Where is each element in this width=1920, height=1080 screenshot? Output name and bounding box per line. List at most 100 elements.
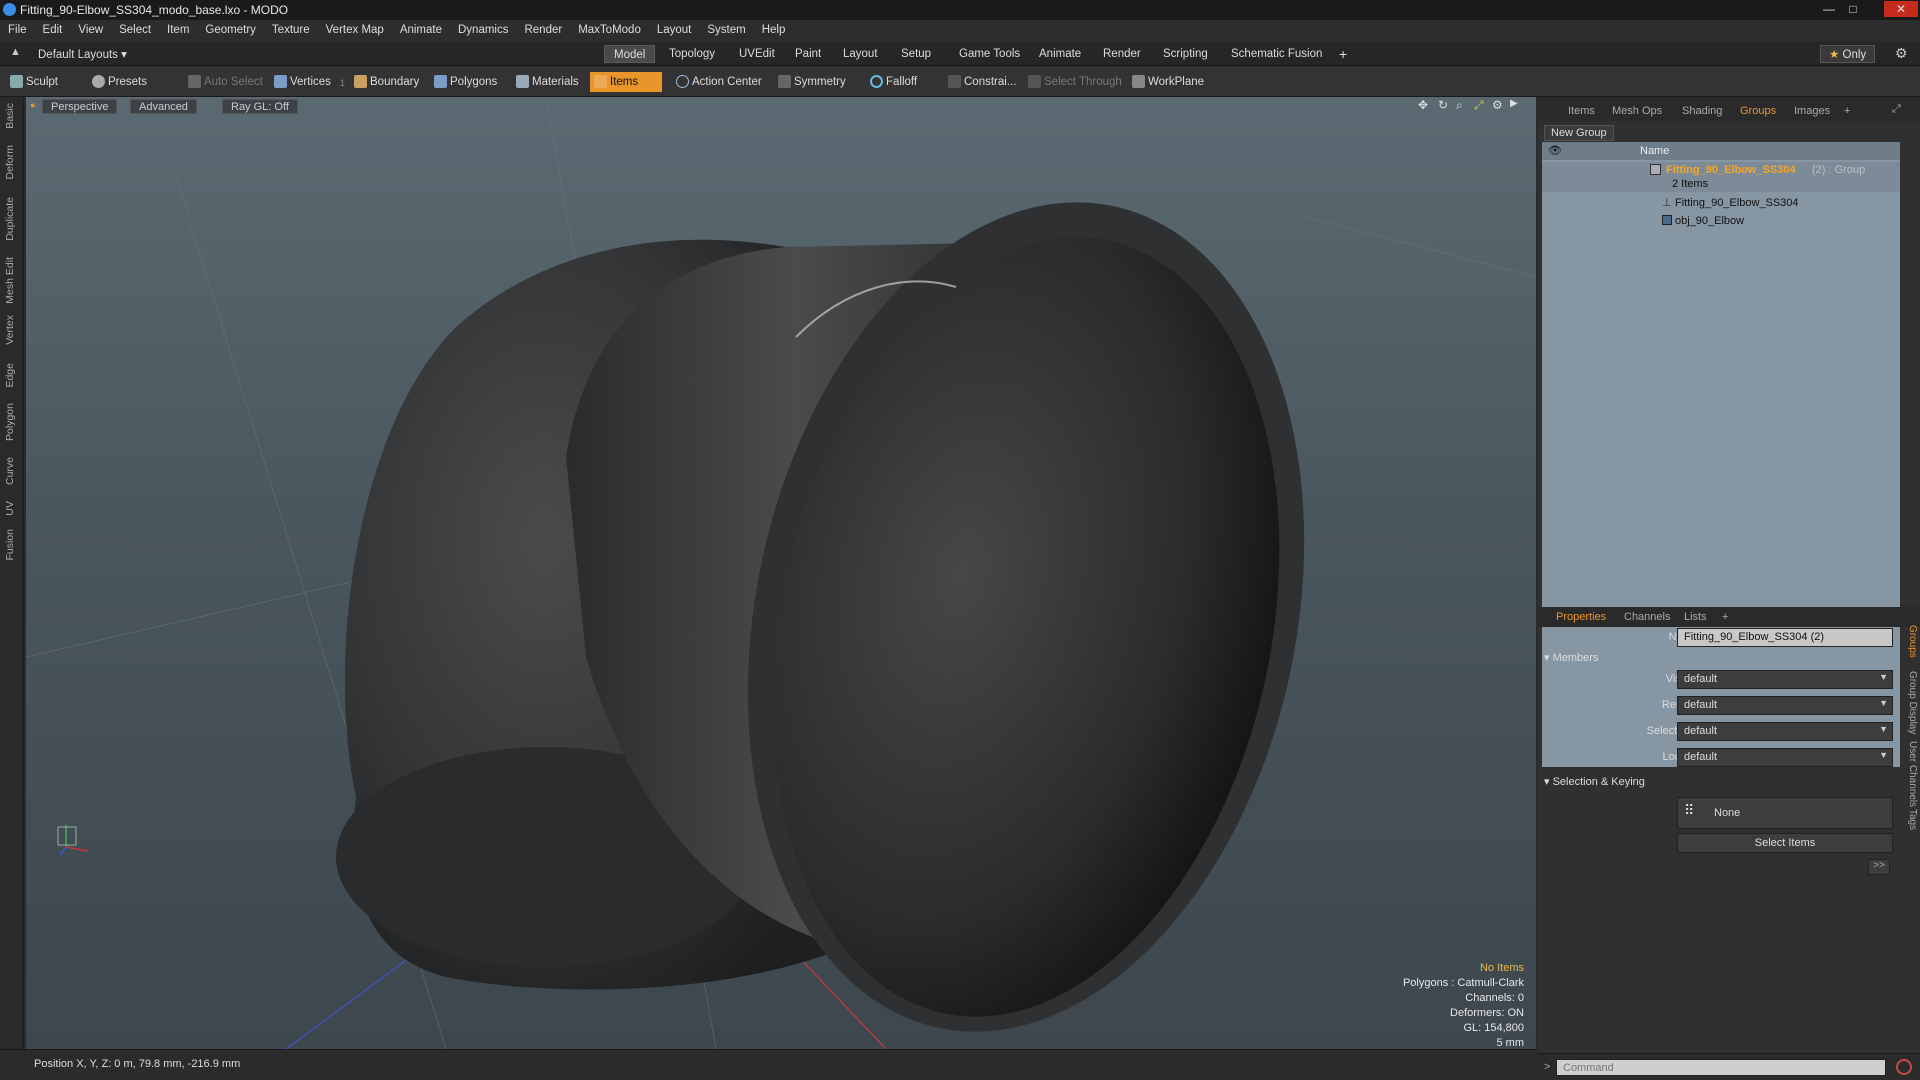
members-section[interactable]: ▾ Members (1544, 651, 1598, 664)
maximize-button[interactable]: □ (1842, 1, 1864, 17)
side-tab-group-display[interactable]: Group Display (1904, 671, 1918, 734)
tab-uv[interactable]: UV (4, 501, 16, 516)
tab-shading[interactable]: Shading (1676, 103, 1728, 119)
viewport-expand-icon[interactable]: ▶ (1510, 98, 1518, 109)
action-center-button[interactable]: Action Center (672, 72, 768, 92)
side-tab-groups[interactable]: Groups (1904, 625, 1918, 658)
selectable-dropdown[interactable]: default ▼ (1677, 722, 1893, 741)
tab-uvedit[interactable]: UVEdit (730, 45, 784, 63)
none-button[interactable]: ⠿ None (1677, 797, 1893, 829)
shading-mode-button[interactable]: Advanced (130, 99, 197, 114)
list-item[interactable]: obj_90_Elbow (1542, 212, 1900, 230)
rotate-icon[interactable]: ↻ (1438, 98, 1448, 112)
menu-layout[interactable]: Layout (649, 20, 700, 36)
tab-mesh-ops[interactable]: Mesh Ops (1606, 103, 1668, 119)
tab-topology[interactable]: Topology (660, 45, 724, 63)
symmetry-button[interactable]: Symmetry (774, 72, 852, 92)
close-button[interactable]: ✕ (1884, 1, 1918, 17)
tab-channels[interactable]: Channels (1618, 609, 1676, 625)
menu-file[interactable]: File (0, 20, 35, 36)
name-field[interactable]: Fitting_90_Elbow_SS304 (2) (1677, 628, 1893, 647)
sculpt-button[interactable]: Sculpt (6, 72, 64, 92)
viewport-menu-icon[interactable]: ● (30, 100, 35, 110)
menu-animate[interactable]: Animate (392, 20, 450, 36)
group-row[interactable]: Fitting_90_Elbow_SS304 (2) : Group 2 Ite… (1542, 162, 1900, 192)
menu-render[interactable]: Render (516, 20, 570, 36)
tab-animate[interactable]: Animate (1030, 45, 1090, 63)
add-panel-tab-button[interactable]: + (1838, 103, 1856, 119)
items-button[interactable]: Items (590, 72, 662, 92)
polygons-button[interactable]: Polygons (430, 72, 503, 92)
tab-render[interactable]: Render (1094, 45, 1150, 63)
tab-items[interactable]: Items (1562, 103, 1601, 119)
only-toggle[interactable]: ★ Only (1820, 45, 1876, 63)
visible-dropdown[interactable]: default ▼ (1677, 670, 1893, 689)
render-dropdown[interactable]: default ▼ (1677, 696, 1893, 715)
tab-polygon[interactable]: Polygon (4, 403, 16, 441)
tab-scripting[interactable]: Scripting (1154, 45, 1217, 63)
menu-item[interactable]: Item (159, 20, 197, 36)
tab-mesh-edit[interactable]: Mesh Edit (4, 257, 16, 304)
new-group-button[interactable]: New Group (1544, 125, 1614, 141)
tab-duplicate[interactable]: Duplicate (4, 197, 16, 241)
menu-edit[interactable]: Edit (35, 20, 71, 36)
command-input[interactable] (1556, 1059, 1886, 1076)
layout-preset-dropdown[interactable]: Default Layouts ▾ (38, 47, 127, 61)
auto-select-button[interactable]: Auto Select (184, 72, 269, 92)
menu-geometry[interactable]: Geometry (197, 20, 264, 36)
tab-deform[interactable]: Deform (4, 145, 16, 179)
tab-edge[interactable]: Edge (4, 363, 16, 388)
tab-curve[interactable]: Curve (4, 457, 16, 485)
gear-icon[interactable]: ⚙ (1895, 45, 1908, 62)
add-tab-button[interactable]: + (1330, 45, 1356, 63)
menu-vertex-map[interactable]: Vertex Map (318, 20, 392, 36)
boundary-button[interactable]: Boundary (350, 72, 425, 92)
select-items-button[interactable]: Select Items (1677, 833, 1893, 853)
materials-button[interactable]: Materials (512, 72, 585, 92)
menu-view[interactable]: View (70, 20, 111, 36)
locked-dropdown[interactable]: default ▼ (1677, 748, 1893, 767)
expand-icon[interactable]: ⤢ (1892, 103, 1901, 116)
layout-toggle-icon[interactable]: ▲ (10, 46, 21, 58)
tab-groups[interactable]: Groups (1734, 103, 1782, 119)
view-mode-button[interactable]: Perspective (42, 99, 118, 114)
tab-basic[interactable]: Basic (4, 103, 16, 129)
tab-schematic-fusion[interactable]: Schematic Fusion (1222, 45, 1331, 63)
menu-maxtomodo[interactable]: MaxToModo (570, 20, 649, 36)
zoom-icon[interactable]: ⌕ (1456, 98, 1463, 113)
tab-setup[interactable]: Setup (892, 45, 940, 63)
add-properties-tab-button[interactable]: + (1716, 609, 1734, 625)
menu-system[interactable]: System (699, 20, 753, 36)
raygl-button[interactable]: Ray GL: Off (222, 99, 298, 114)
tab-properties[interactable]: Properties (1550, 609, 1612, 625)
side-tab-tags[interactable]: Tags (1904, 809, 1918, 830)
side-tab-user-channels[interactable]: User Channels (1904, 741, 1918, 807)
list-item[interactable]: ⊥ Fitting_90_Elbow_SS304 (1542, 194, 1900, 212)
tab-game-tools[interactable]: Game Tools (950, 45, 1029, 63)
tab-paint[interactable]: Paint (786, 45, 830, 63)
viewport-settings-icon[interactable]: ⚙ (1492, 98, 1503, 112)
tab-layout[interactable]: Layout (834, 45, 887, 63)
minimize-button[interactable]: — (1818, 1, 1840, 17)
vertices-button[interactable]: Vertices (270, 72, 337, 92)
menu-texture[interactable]: Texture (264, 20, 318, 36)
tab-model[interactable]: Model (604, 45, 656, 63)
tab-lists[interactable]: Lists (1678, 609, 1713, 625)
menu-select[interactable]: Select (111, 20, 159, 36)
falloff-button[interactable]: Falloff (866, 72, 923, 92)
tab-fusion[interactable]: Fusion (4, 529, 16, 561)
menu-dynamics[interactable]: Dynamics (450, 20, 516, 36)
tab-vertex[interactable]: Vertex (4, 315, 16, 345)
fit-icon[interactable]: ⤢ (1474, 98, 1484, 113)
select-through-button[interactable]: Select Through (1024, 72, 1128, 92)
pan-icon[interactable]: ✥ (1418, 98, 1428, 112)
tab-images[interactable]: Images (1788, 103, 1836, 119)
menu-help[interactable]: Help (754, 20, 794, 36)
presets-button[interactable]: Presets (88, 72, 153, 92)
3d-viewport[interactable]: ● Perspective Advanced Ray GL: Off ✥ ↻ ⌕… (26, 97, 1536, 1049)
workplane-button[interactable]: WorkPlane (1128, 72, 1210, 92)
more-button[interactable]: >> (1868, 859, 1890, 875)
record-icon[interactable] (1896, 1059, 1912, 1075)
selection-keying-section[interactable]: ▾ Selection & Keying (1544, 775, 1645, 788)
constraints-button[interactable]: Constrai... (944, 72, 1022, 92)
